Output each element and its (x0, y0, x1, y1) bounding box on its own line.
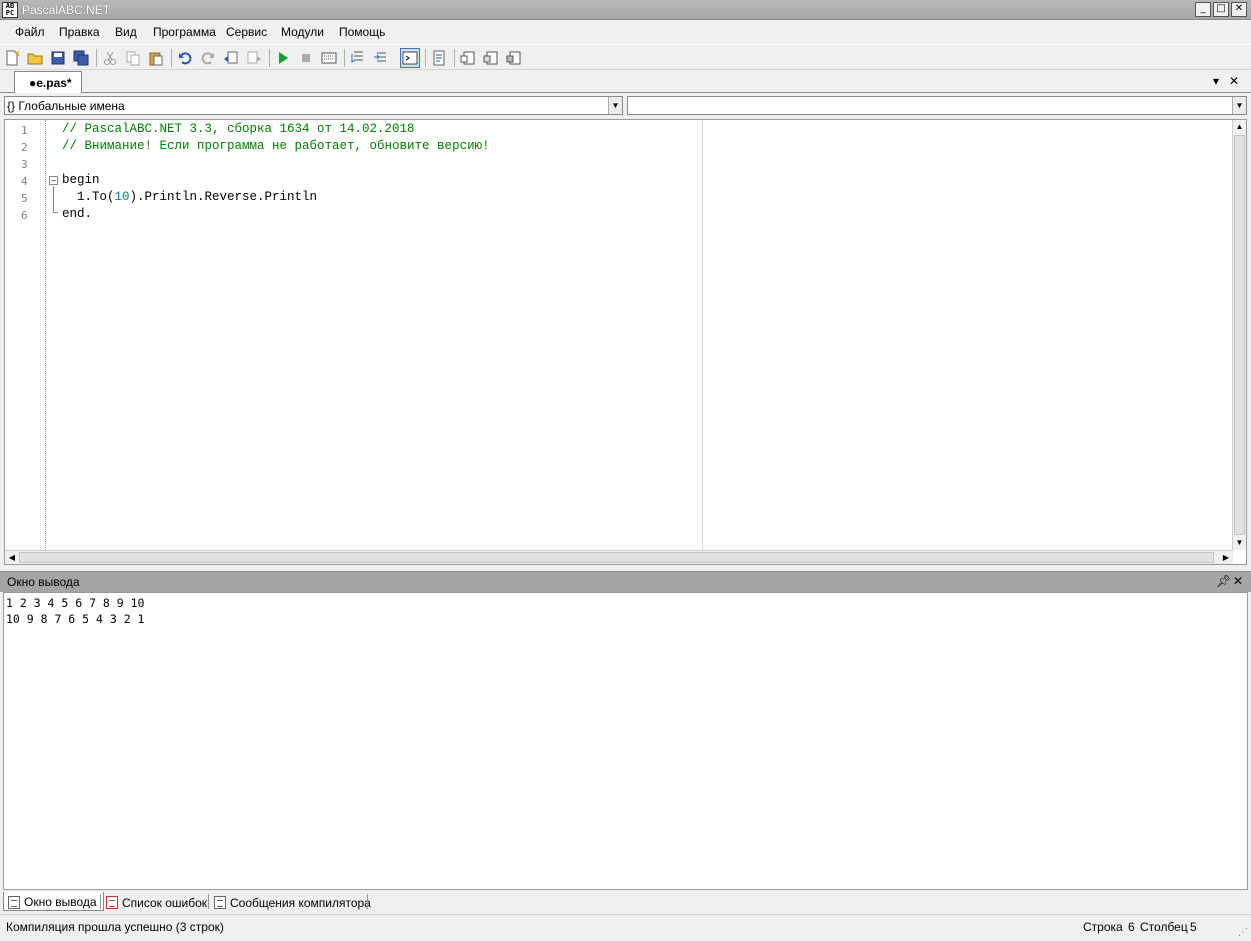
output-window-icon[interactable] (400, 48, 420, 68)
row-value: 6 (1128, 920, 1135, 934)
maximize-button[interactable]: □ (1213, 2, 1229, 17)
menu-program[interactable]: Программа (153, 25, 216, 39)
tab-list-dropdown-icon[interactable]: ▾ (1213, 74, 1219, 88)
line-number: 1 (21, 124, 28, 137)
document-tabs: ●e.pas* ▾ ✕ (0, 71, 1251, 93)
tab-e-pas[interactable]: ●e.pas* (14, 71, 82, 93)
output-line: 10 9 8 7 6 5 4 3 2 1 (6, 612, 145, 626)
module-3-icon[interactable] (504, 48, 524, 68)
window-title: PascalABC.NET (22, 3, 111, 17)
line-number-gutter: 1 2 3 4 5 6 (5, 120, 45, 550)
minimize-button[interactable]: _ (1195, 2, 1211, 17)
scroll-thumb[interactable] (1234, 135, 1245, 535)
scroll-thumb[interactable] (19, 552, 1214, 563)
code-token: 1.To( (62, 190, 115, 204)
line-number: 3 (21, 158, 28, 171)
scope-combobox[interactable]: {} Глобальные имена ▼ (4, 96, 623, 115)
resize-grip-icon[interactable]: ⋰ (1238, 927, 1248, 938)
fold-toggle-icon[interactable]: − (49, 176, 58, 185)
chevron-down-icon[interactable]: ▼ (608, 97, 622, 114)
run-icon[interactable] (273, 48, 293, 68)
save-icon[interactable] (48, 48, 68, 68)
close-tab-icon[interactable]: ✕ (1229, 74, 1239, 88)
menu-modules[interactable]: Модули (281, 25, 324, 39)
code-line: end. (62, 207, 93, 221)
menu-bar: Файл Правка Вид Программа Сервис Модули … (0, 21, 1251, 43)
line-number: 6 (21, 209, 28, 222)
scope-value: {} Глобальные имена (7, 99, 125, 113)
navigate-forward-icon[interactable] (244, 48, 264, 68)
output-panel-header: Окно вывода 📌︎ ✕ (0, 571, 1251, 592)
menu-edit[interactable]: Правка (59, 25, 100, 39)
paste-icon[interactable] (146, 48, 166, 68)
code-editor[interactable]: 1 2 3 4 5 6 − // PascalABC.NET 3.3, сбор… (4, 119, 1247, 565)
code-line: begin (62, 173, 100, 187)
member-combobox[interactable]: ▼ (627, 96, 1247, 115)
app-icon: AB PC (2, 2, 18, 18)
cut-icon[interactable] (100, 48, 120, 68)
menu-file[interactable]: Файл (15, 25, 45, 39)
close-window-button[interactable]: ✕ (1231, 2, 1247, 17)
output-panel-title: Окно вывода (7, 575, 80, 589)
debug-step-over-icon[interactable] (371, 48, 391, 68)
editor-vertical-scrollbar[interactable]: ▲ ▼ (1232, 120, 1246, 550)
code-line: 1.To(10).Println.Reverse.Println (62, 190, 317, 204)
module-2-icon[interactable] (481, 48, 501, 68)
bottom-panel-tabs: Окно вывода Список ошибок Сообщения комп… (0, 891, 1251, 912)
save-all-icon[interactable] (71, 48, 91, 68)
code-line: // PascalABC.NET 3.3, сборка 1634 от 14.… (62, 122, 415, 136)
menu-help[interactable]: Помощь (339, 25, 385, 39)
line-number: 2 (21, 141, 28, 154)
line-number: 5 (21, 192, 28, 205)
column-value: 5 (1190, 920, 1197, 934)
debug-step-into-icon[interactable] (348, 48, 368, 68)
menu-view[interactable]: Вид (115, 25, 137, 39)
line-number: 4 (21, 175, 28, 188)
menu-service[interactable]: Сервис (226, 25, 267, 39)
output-window-icon (8, 895, 20, 909)
tab-compiler-messages[interactable]: Сообщения компилятора (210, 892, 377, 911)
chevron-down-icon[interactable]: ▼ (1232, 97, 1246, 114)
copy-icon[interactable] (123, 48, 143, 68)
tab-label: Окно вывода (24, 895, 97, 909)
stop-icon[interactable] (296, 48, 316, 68)
new-file-icon[interactable] (2, 48, 22, 68)
redo-icon[interactable] (198, 48, 218, 68)
scroll-down-icon[interactable]: ▼ (1233, 536, 1246, 550)
tab-error-list[interactable]: Список ошибок (102, 892, 213, 911)
pin-icon[interactable]: 📌︎ (1216, 574, 1231, 588)
title-bar: AB PC PascalABC.NET _ □ ✕ (0, 0, 1251, 20)
column-label: Столбец (1140, 920, 1188, 934)
scroll-left-icon[interactable]: ◀ (5, 551, 19, 564)
tab-output-window[interactable]: Окно вывода (3, 892, 104, 911)
toolbar (0, 44, 1251, 70)
output-window[interactable]: 1 2 3 4 5 6 7 8 9 10 10 9 8 7 6 5 4 3 2 … (3, 592, 1248, 890)
open-file-icon[interactable] (25, 48, 45, 68)
tab-label: Список ошибок (122, 895, 208, 910)
code-line: // Внимание! Если программа не работает,… (62, 139, 490, 153)
status-bar: Компиляция прошла успешно (3 строк) Стро… (0, 914, 1251, 941)
navigate-back-icon[interactable] (221, 48, 241, 68)
close-panel-icon[interactable]: ✕ (1233, 574, 1243, 588)
code-number: 10 (114, 190, 130, 204)
row-label: Строка (1083, 920, 1123, 934)
scroll-up-icon[interactable]: ▲ (1233, 120, 1246, 134)
find-icon[interactable] (429, 48, 449, 68)
undo-icon[interactable] (175, 48, 195, 68)
compiler-messages-icon (214, 896, 226, 909)
tab-label: Сообщения компилятора (230, 895, 371, 910)
status-message: Компиляция прошла успешно (3 строк) (6, 920, 224, 934)
editor-horizontal-scrollbar[interactable]: ◀ ▶ (5, 550, 1233, 564)
scroll-right-icon[interactable]: ▶ (1219, 551, 1233, 564)
code-token: ).Println.Reverse.Println (129, 190, 318, 204)
module-1-icon[interactable] (458, 48, 478, 68)
compile-icon[interactable] (319, 48, 339, 68)
error-list-icon (106, 896, 118, 909)
output-line: 1 2 3 4 5 6 7 8 9 10 (6, 596, 145, 610)
